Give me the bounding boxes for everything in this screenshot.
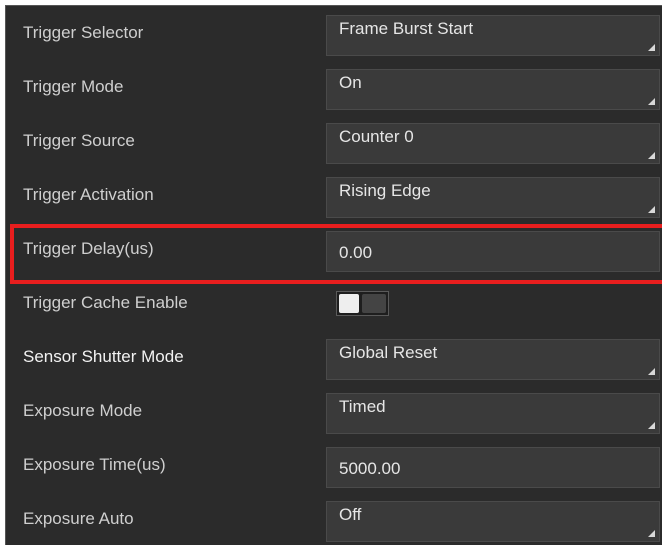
trigger-cache-enable-label: Trigger Cache Enable	[23, 293, 188, 312]
toggle-track	[362, 294, 386, 313]
row-trigger-delay: Trigger Delay(us) 0.00	[6, 222, 662, 276]
trigger-delay-input[interactable]: 0.00	[326, 231, 660, 272]
trigger-selector-label: Trigger Selector	[23, 23, 144, 42]
property-panel: Trigger Selector Frame Burst Start Trigg…	[5, 5, 662, 545]
dropdown-corner-icon	[648, 368, 655, 375]
exposure-auto-value: Off	[339, 505, 362, 524]
row-exposure-time: Exposure Time(us) 5000.00	[6, 438, 662, 492]
dropdown-corner-icon	[648, 422, 655, 429]
trigger-source-value: Counter 0	[339, 127, 414, 146]
row-exposure-auto: Exposure Auto Off	[6, 492, 662, 546]
dropdown-corner-icon	[648, 530, 655, 537]
trigger-mode-label: Trigger Mode	[23, 77, 124, 96]
exposure-time-label: Exposure Time(us)	[23, 455, 166, 474]
exposure-time-input[interactable]: 5000.00	[326, 447, 660, 488]
sensor-shutter-mode-value: Global Reset	[339, 343, 438, 362]
trigger-activation-dropdown[interactable]: Rising Edge	[326, 177, 660, 218]
row-trigger-activation: Trigger Activation Rising Edge	[6, 168, 662, 222]
row-exposure-mode: Exposure Mode Timed	[6, 384, 662, 438]
dropdown-corner-icon	[648, 98, 655, 105]
exposure-auto-dropdown[interactable]: Off	[326, 501, 660, 542]
trigger-delay-value: 0.00	[339, 243, 373, 262]
trigger-source-dropdown[interactable]: Counter 0	[326, 123, 660, 164]
exposure-mode-label: Exposure Mode	[23, 401, 143, 420]
exposure-mode-dropdown[interactable]: Timed	[326, 393, 660, 434]
trigger-selector-dropdown[interactable]: Frame Burst Start	[326, 15, 660, 56]
trigger-cache-enable-toggle[interactable]	[336, 291, 389, 316]
dropdown-corner-icon	[648, 44, 655, 51]
trigger-source-label: Trigger Source	[23, 131, 135, 150]
trigger-activation-label: Trigger Activation	[23, 185, 154, 204]
toggle-knob	[339, 294, 359, 313]
row-trigger-mode: Trigger Mode On	[6, 60, 662, 114]
trigger-mode-dropdown[interactable]: On	[326, 69, 660, 110]
trigger-activation-value: Rising Edge	[339, 181, 431, 200]
row-trigger-source: Trigger Source Counter 0	[6, 114, 662, 168]
trigger-selector-value: Frame Burst Start	[339, 19, 474, 38]
row-trigger-cache-enable: Trigger Cache Enable	[6, 276, 662, 330]
sensor-shutter-mode-dropdown[interactable]: Global Reset	[326, 339, 660, 380]
exposure-mode-value: Timed	[339, 397, 386, 416]
trigger-delay-label: Trigger Delay(us)	[23, 239, 154, 258]
row-trigger-selector: Trigger Selector Frame Burst Start	[6, 6, 662, 60]
dropdown-corner-icon	[648, 152, 655, 159]
dropdown-corner-icon	[648, 206, 655, 213]
sensor-shutter-mode-label: Sensor Shutter Mode	[23, 347, 184, 366]
row-sensor-shutter-mode: Sensor Shutter Mode Global Reset	[6, 330, 662, 384]
trigger-mode-value: On	[339, 73, 362, 92]
exposure-time-value: 5000.00	[339, 459, 401, 478]
exposure-auto-label: Exposure Auto	[23, 509, 134, 528]
